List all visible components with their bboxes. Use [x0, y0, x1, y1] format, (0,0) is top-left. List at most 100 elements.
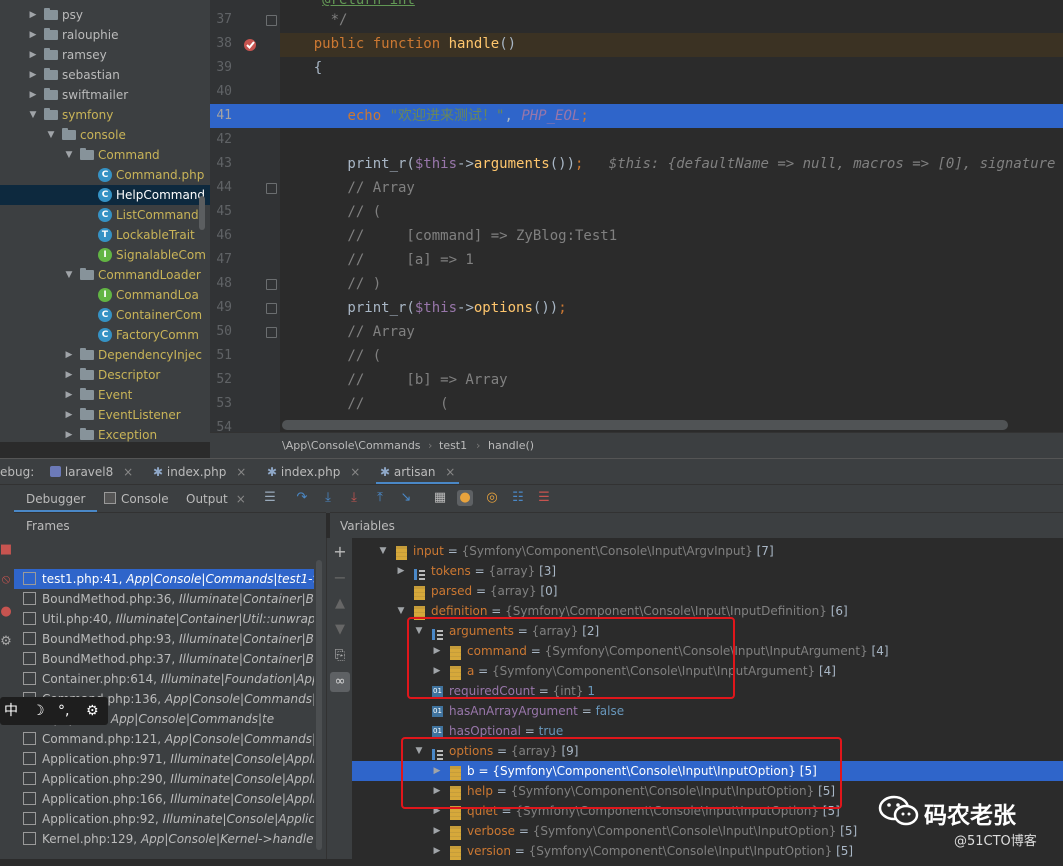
code-line[interactable]: // ( — [280, 344, 1063, 368]
chevron-right-icon[interactable]: ▶ — [64, 385, 74, 405]
chevron-right-icon[interactable]: ▶ — [64, 425, 74, 442]
list-icon[interactable]: ☷ — [510, 490, 526, 506]
code-line[interactable]: // [b] => Array — [280, 368, 1063, 392]
gear-icon[interactable]: ⚙ — [86, 697, 99, 725]
frame-row[interactable]: BoundMethod.php:93, Illuminate|Container… — [14, 629, 314, 649]
frame-row[interactable]: Kernel.php:129, App|Console|Kernel->hand… — [14, 829, 314, 849]
frame-row[interactable]: Application.php:166, Illuminate|Console|… — [14, 789, 314, 809]
breadcrumb-method[interactable]: handle() — [488, 433, 534, 459]
chevron-right-icon[interactable]: ▶ — [28, 5, 38, 25]
breadcrumb-namespace[interactable]: \App\Console\Commands — [282, 433, 421, 459]
ime-toolbar[interactable]: 中 ☽ °, ⚙ — [0, 697, 108, 725]
chevron-right-icon[interactable]: ▶ — [432, 841, 442, 861]
step-out-icon[interactable]: ⤒ — [372, 490, 388, 506]
tree-scrollbar[interactable] — [199, 196, 205, 230]
evaluate-icon[interactable]: ▦ — [432, 490, 448, 506]
move-down-icon[interactable]: ▼ — [332, 622, 348, 638]
frame-row[interactable]: Container.php:614, Illuminate|Foundation… — [14, 669, 314, 689]
move-up-icon[interactable]: ▲ — [332, 596, 348, 612]
tree-item[interactable]: ▶ Descriptor — [0, 365, 210, 385]
code-line[interactable]: print_r($this->options()); — [280, 296, 1063, 320]
tab-index-php-1[interactable]: ✱ index.php × — [153, 459, 246, 485]
chevron-down-icon[interactable]: ▼ — [64, 265, 74, 285]
code-line[interactable]: print_r($this->arguments()); $this: {def… — [280, 152, 1063, 176]
fold-marker-icon[interactable] — [266, 15, 277, 26]
step-into-icon[interactable]: ⤓ — [320, 490, 336, 506]
chevron-right-icon[interactable]: ▶ — [28, 85, 38, 105]
tab-laravel8[interactable]: laravel8 × — [50, 459, 133, 485]
frame-row[interactable]: BoundMethod.php:36, Illuminate|Container… — [14, 589, 314, 609]
code-line[interactable] — [280, 128, 1063, 152]
force-step-into-icon[interactable]: ⤓ — [346, 490, 362, 506]
close-icon[interactable]: × — [350, 465, 360, 479]
tab-artisan[interactable]: ✱ artisan × — [376, 459, 460, 485]
tree-item[interactable]: ▶ sebastian — [0, 65, 210, 85]
tab-output[interactable]: Output × — [186, 485, 246, 513]
chevron-right-icon[interactable]: ▶ — [28, 65, 38, 85]
tree-item[interactable]: ▶ Exception — [0, 425, 210, 442]
close-icon[interactable]: × — [123, 465, 133, 479]
copy-icon[interactable]: ⎘ — [332, 648, 348, 664]
code-line[interactable]: echo "欢迎进来测试！", PHP_EOL; — [280, 104, 1063, 128]
glasses-icon[interactable]: ∞ — [330, 672, 350, 692]
tree-item[interactable]: ▼ console — [0, 125, 210, 145]
step-over-icon[interactable]: ↷ — [294, 490, 310, 506]
chevron-right-icon[interactable]: ▶ — [64, 345, 74, 365]
tree-item[interactable]: C HelpCommand — [0, 185, 210, 205]
mute-breakpoints-icon[interactable]: ⦸ — [0, 572, 14, 588]
punct-icon[interactable]: °, — [58, 697, 69, 725]
code-line[interactable]: // [command] => ZyBlog:Test1 — [280, 224, 1063, 248]
frame-row[interactable]: test1.php:41, App|Console|Commands|test1… — [14, 569, 314, 589]
tree-item[interactable]: ▶ Event — [0, 385, 210, 405]
code-line[interactable]: // ) — [280, 272, 1063, 296]
tree-item[interactable]: ▶ psy — [0, 5, 210, 25]
settings-icon[interactable]: ⚙ — [0, 634, 14, 650]
code-line[interactable] — [280, 80, 1063, 104]
tree-item[interactable]: ▼ CommandLoader — [0, 265, 210, 285]
chevron-right-icon[interactable]: ▶ — [28, 45, 38, 65]
variable-row[interactable]: parsed = {array} [0] — [352, 581, 1063, 601]
tree-item[interactable]: T LockableTrait — [0, 225, 210, 245]
tree-item[interactable]: C ContainerCom — [0, 305, 210, 325]
tab-console[interactable]: Console — [104, 485, 169, 513]
show-execution-point-icon[interactable]: ☰ — [262, 490, 278, 506]
breadcrumb-class[interactable]: test1 — [439, 433, 467, 459]
frame-row[interactable]: Application.php:971, Illuminate|Console|… — [14, 749, 314, 769]
tree-item[interactable]: ▶ DependencyInjec — [0, 345, 210, 365]
chevron-right-icon[interactable]: ▶ — [28, 25, 38, 45]
code-line[interactable]: // [a] => 1 — [280, 248, 1063, 272]
tree-item[interactable]: ▶ EventListener — [0, 405, 210, 425]
code-line[interactable]: // ( — [280, 200, 1063, 224]
add-icon[interactable]: + — [332, 544, 348, 560]
chevron-down-icon[interactable]: ▼ — [28, 105, 38, 125]
tree-item[interactable]: ▼ Command — [0, 145, 210, 165]
tree-item[interactable]: I SignalableCom — [0, 245, 210, 265]
tree-item[interactable]: ▶ swiftmailer — [0, 85, 210, 105]
chevron-right-icon[interactable]: ▶ — [432, 821, 442, 841]
tree-item[interactable]: I CommandLoa — [0, 285, 210, 305]
close-icon[interactable]: × — [236, 492, 246, 506]
close-icon[interactable]: × — [236, 465, 246, 479]
tree-item[interactable]: ▶ ramsey — [0, 45, 210, 65]
fold-marker-icon[interactable] — [266, 279, 277, 290]
breakpoint-icon[interactable] — [243, 37, 259, 53]
frame-row[interactable]: Util.php:40, Illuminate|Container|Util::… — [14, 609, 314, 629]
tree-item[interactable]: C ListCommand — [0, 205, 210, 225]
frames-scrollbar[interactable] — [316, 560, 322, 850]
frame-row[interactable]: Command.php:121, App|Console|Commands|te… — [14, 729, 314, 749]
tree-item[interactable]: ▼ symfony — [0, 105, 210, 125]
variable-row[interactable]: ▶ tokens = {array} [3] — [352, 561, 1063, 581]
watch-icon[interactable]: ◎ — [484, 490, 500, 506]
variable-row[interactable]: 01 hasAnArrayArgument = false — [352, 701, 1063, 721]
chevron-right-icon[interactable]: ▶ — [396, 561, 406, 581]
editor-horizontal-scrollbar[interactable] — [282, 420, 1008, 430]
code-line[interactable]: public function handle() — [280, 32, 1063, 56]
fold-marker-icon[interactable] — [266, 183, 277, 194]
frame-row[interactable]: BoundMethod.php:37, Illuminate|Container… — [14, 649, 314, 669]
variable-row[interactable]: ▼ input = {Symfony\Component\Console\Inpu… — [352, 541, 1063, 561]
toggle-console-icon[interactable]: ● — [457, 490, 473, 506]
stop-icon[interactable]: ■ — [0, 542, 14, 558]
frame-row[interactable]: Application.php:290, Illuminate|Console|… — [14, 769, 314, 789]
tree-item[interactable]: C Command.php — [0, 165, 210, 185]
remove-icon[interactable]: − — [332, 570, 348, 586]
